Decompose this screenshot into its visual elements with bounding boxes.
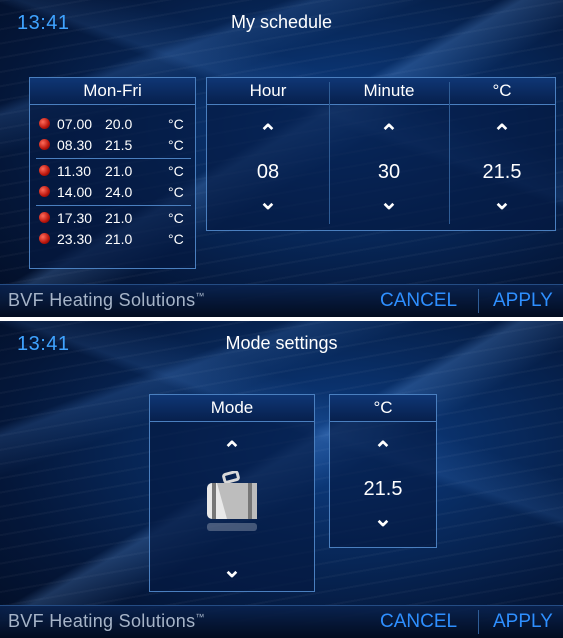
apply-button[interactable]: APPLY: [493, 290, 553, 312]
temp-value: 21.5: [482, 161, 522, 183]
entry-temp: 21.0: [105, 231, 133, 247]
schedule-screen: 13:41 My schedule Mon-Fri 07.00 20.0 °C …: [0, 0, 563, 317]
temp-header: °C: [492, 81, 512, 100]
hour-up-chevron-icon[interactable]: ⌃: [207, 122, 329, 144]
status-dot-icon: [39, 233, 50, 244]
entry-unit: °C: [168, 163, 184, 179]
minute-value: 30: [377, 161, 401, 183]
entry-time: 07.00: [57, 116, 93, 132]
status-dot-icon: [39, 118, 50, 129]
footer-divider: [478, 610, 479, 634]
entry-unit: °C: [168, 137, 184, 153]
cancel-button[interactable]: CANCEL: [380, 611, 457, 633]
schedule-entry[interactable]: 11.30 21.0 °C: [36, 161, 191, 182]
mode-temp-value: 21.5: [363, 478, 403, 500]
footer-bar: BVF Heating Solutions™ CANCEL APPLY: [0, 605, 563, 638]
group-divider: [36, 205, 191, 206]
apply-button[interactable]: APPLY: [493, 611, 553, 633]
entry-temp: 21.0: [105, 210, 133, 226]
status-dot-icon: [39, 165, 50, 176]
temp-down-chevron-icon[interactable]: ⌄: [449, 191, 555, 213]
entry-time: 14.00: [57, 184, 93, 200]
cancel-button[interactable]: CANCEL: [380, 290, 457, 312]
minute-header: Minute: [363, 81, 415, 100]
group-divider: [36, 158, 191, 159]
entry-temp: 21.0: [105, 163, 133, 179]
brand-label: BVF Heating Solutions™: [8, 611, 205, 631]
hour-value: 08: [256, 161, 280, 183]
schedule-panel: Mon-Fri 07.00 20.0 °C 08.30 21.5 °C 11.3…: [29, 77, 196, 269]
time-temp-editor: Hour Minute °C ⌃ 08 ⌄ ⌃ 30 ⌄ ⌃ 21.5 ⌄: [206, 77, 556, 231]
mode-temp-down-chevron-icon[interactable]: ⌄: [330, 508, 436, 530]
entry-temp: 21.5: [105, 137, 133, 153]
footer-bar: BVF Heating Solutions™ CANCEL APPLY: [0, 284, 563, 317]
schedule-entry[interactable]: 08.30 21.5 °C: [36, 135, 191, 156]
schedule-entry[interactable]: 07.00 20.0 °C: [36, 114, 191, 135]
hour-down-chevron-icon[interactable]: ⌄: [207, 191, 329, 213]
entry-unit: °C: [168, 210, 184, 226]
entry-temp: 24.0: [105, 184, 133, 200]
entry-unit: °C: [168, 184, 184, 200]
entry-time: 08.30: [57, 137, 93, 153]
temp-up-chevron-icon[interactable]: ⌃: [449, 122, 555, 144]
status-dot-icon: [39, 212, 50, 223]
status-dot-icon: [39, 186, 50, 197]
schedule-list: 07.00 20.0 °C 08.30 21.5 °C 11.30 21.0 °…: [36, 114, 191, 250]
entry-time: 11.30: [57, 163, 91, 179]
mode-temp-up-chevron-icon[interactable]: ⌃: [330, 439, 436, 461]
mode-settings-screen: 13:41 Mode settings Mode ⌃ ⌄ °C ⌃ 21.5 ⌄…: [0, 321, 563, 638]
minute-up-chevron-icon[interactable]: ⌃: [329, 122, 449, 144]
entry-unit: °C: [168, 231, 184, 247]
status-dot-icon: [39, 139, 50, 150]
entry-temp: 20.0: [105, 116, 133, 132]
schedule-entry[interactable]: 14.00 24.0 °C: [36, 182, 191, 203]
schedule-entry[interactable]: 23.30 21.0 °C: [36, 229, 191, 250]
entry-unit: °C: [168, 116, 184, 132]
footer-divider: [478, 289, 479, 313]
mode-temp-header: °C: [330, 395, 436, 422]
screen-title: My schedule: [230, 12, 333, 32]
mode-up-chevron-icon[interactable]: ⌃: [150, 439, 314, 461]
screen-title: Mode settings: [225, 333, 338, 353]
mode-down-chevron-icon[interactable]: ⌄: [150, 559, 314, 581]
entry-time: 17.30: [57, 210, 93, 226]
minute-down-chevron-icon[interactable]: ⌄: [329, 191, 449, 213]
brand-label: BVF Heating Solutions™: [8, 290, 205, 310]
mode-panel: Mode ⌃ ⌄: [149, 394, 315, 592]
mode-header: Mode: [150, 395, 314, 422]
mode-temp-panel: °C ⌃ 21.5 ⌄: [329, 394, 437, 548]
schedule-day-header[interactable]: Mon-Fri: [30, 78, 195, 105]
entry-time: 23.30: [57, 231, 93, 247]
suitcase-icon: [207, 471, 257, 531]
schedule-entry[interactable]: 17.30 21.0 °C: [36, 208, 191, 229]
hour-header: Hour: [249, 81, 287, 100]
